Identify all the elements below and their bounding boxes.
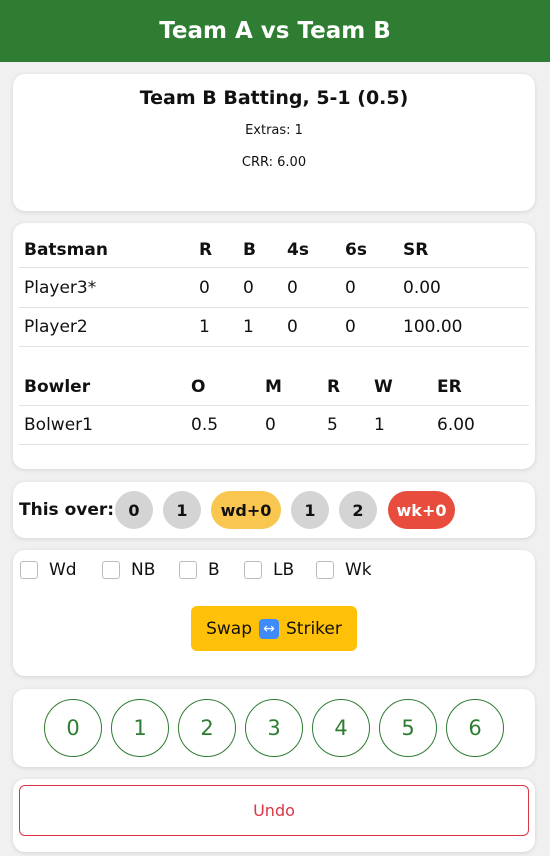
undo-label: Undo — [253, 801, 295, 820]
wicket-checkbox[interactable]: Wk — [316, 560, 372, 580]
run-button-6[interactable]: 6 — [446, 699, 504, 757]
current-run-rate: CRR: 6.00 — [241, 155, 307, 170]
batting-header-name: Batsman — [24, 240, 108, 260]
stats-card: Batsman R B 4s 6s SR Player3* 0 0 0 0 0.… — [13, 223, 535, 469]
over-ball-wicket: wk+0 — [388, 491, 455, 529]
innings-score: Team B Batting, 5-1 (0.5) — [139, 87, 409, 109]
batsman-sixes: 0 — [345, 317, 356, 337]
bowler-maidens: 0 — [265, 415, 276, 435]
batsman-runs: 0 — [199, 277, 210, 298]
extras-total: Extras: 1 — [245, 123, 303, 138]
checkbox-box[interactable] — [316, 561, 334, 579]
run-button-4[interactable]: 4 — [312, 699, 370, 757]
batsman-strike-rate: 0.00 — [403, 277, 441, 298]
striker-label: Striker — [286, 618, 342, 639]
no-ball-checkbox[interactable]: NB — [102, 560, 155, 580]
undo-button[interactable]: Undo — [19, 785, 529, 836]
swap-label: Swap — [206, 618, 253, 639]
over-ball: 0 — [115, 491, 153, 529]
batting-header-sr: SR — [403, 240, 429, 260]
batsman-fours: 0 — [287, 277, 298, 298]
batsman-name: Player2 — [24, 317, 88, 337]
batsman-fours: 0 — [287, 317, 298, 337]
run-button-3[interactable]: 3 — [245, 699, 303, 757]
match-title: Team A vs Team B — [159, 18, 391, 44]
bowler-runs: 5 — [327, 415, 338, 435]
bowling-header-economy: ER — [437, 377, 462, 397]
over-ball-wide: wd+0 — [211, 491, 281, 529]
batsman-sixes: 0 — [345, 277, 356, 298]
leg-bye-label: LB — [273, 560, 295, 580]
no-ball-label: NB — [131, 560, 156, 580]
run-button-1[interactable]: 1 — [111, 699, 169, 757]
batsman-balls: 1 — [243, 317, 254, 337]
run-button-0[interactable]: 0 — [44, 699, 102, 757]
checkbox-box[interactable] — [244, 561, 262, 579]
bye-checkbox[interactable]: B — [179, 560, 220, 580]
bowler-name: Bolwer1 — [24, 415, 93, 435]
bowling-header-maidens: M — [265, 377, 282, 397]
bowling-header-overs: O — [191, 377, 206, 397]
this-over-card: This over: 0 1 wd+0 1 2 wk+0 — [13, 482, 535, 538]
batsman-strike-rate: 100.00 — [403, 317, 463, 337]
batting-header-balls: B — [243, 240, 256, 260]
batsman-name: Player3* — [24, 277, 97, 298]
batsman-row: Player3* 0 0 0 0 0.00 — [19, 268, 529, 308]
checkbox-box[interactable] — [102, 561, 120, 579]
bowling-header-name: Bowler — [24, 377, 91, 397]
batting-header-row: Batsman R B 4s 6s SR — [19, 233, 529, 268]
batsman-balls: 0 — [243, 277, 254, 298]
run-button-2[interactable]: 2 — [178, 699, 236, 757]
leg-bye-checkbox[interactable]: LB — [244, 560, 294, 580]
run-button-5[interactable]: 5 — [379, 699, 437, 757]
bowling-header-wickets: W — [374, 377, 393, 397]
checkbox-box[interactable] — [20, 561, 38, 579]
batsman-row: Player2 1 1 0 0 100.00 — [19, 308, 529, 347]
bowling-header-row: Bowler O M R W ER — [19, 369, 529, 406]
checkbox-box[interactable] — [179, 561, 197, 579]
swap-striker-button[interactable]: Swap ↔ Striker — [191, 606, 357, 651]
wicket-label: Wk — [345, 560, 372, 580]
over-ball: 2 — [339, 491, 377, 529]
batting-header-runs: R — [199, 240, 213, 260]
wide-label: Wd — [49, 560, 77, 580]
app-header: Team A vs Team B — [0, 0, 550, 62]
undo-card: Undo — [13, 779, 535, 852]
wide-checkbox[interactable]: Wd — [20, 560, 77, 580]
left-right-arrow-icon: ↔ — [259, 618, 280, 639]
over-ball: 1 — [291, 491, 329, 529]
extras-card: Wd NB B LB Wk Swap ↔ Striker — [13, 550, 535, 676]
batting-header-fours: 4s — [287, 240, 309, 260]
bowler-row: Bolwer1 0.5 0 5 1 6.00 — [19, 406, 529, 445]
bowling-header-runs: R — [327, 377, 341, 397]
bye-label: B — [208, 560, 220, 580]
batting-header-sixes: 6s — [345, 240, 367, 260]
over-ball: 1 — [163, 491, 201, 529]
score-card: Team B Batting, 5-1 (0.5) Extras: 1 CRR:… — [13, 74, 535, 211]
runs-card: 0 1 2 3 4 5 6 — [13, 689, 535, 767]
this-over-label: This over: — [19, 500, 115, 520]
bowler-overs: 0.5 — [191, 415, 219, 435]
bowler-economy: 6.00 — [437, 415, 475, 435]
batsman-runs: 1 — [199, 317, 210, 337]
bowler-wickets: 1 — [374, 415, 385, 435]
